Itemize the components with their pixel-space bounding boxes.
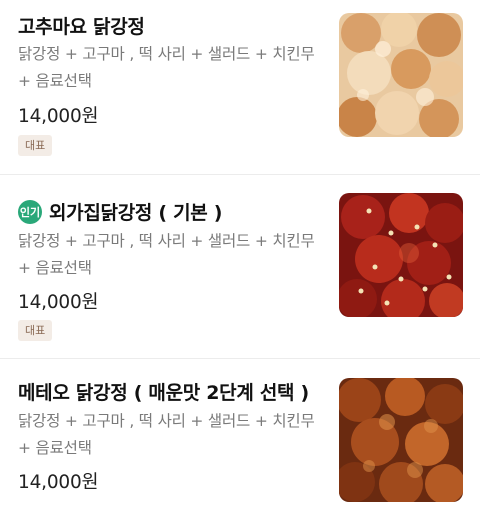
menu-item-name: 메테오 닭강정 ( 매운맛 2단계 선택 ) bbox=[18, 382, 309, 404]
menu-item-photo[interactable] bbox=[339, 193, 463, 317]
menu-item-description: 닭강정 + 고구마 , 떡 사리 + 샐러드 + 치킨무 + 음료선택 bbox=[18, 412, 315, 457]
menu-item-name: 고추마요 닭강정 bbox=[18, 16, 145, 38]
menu-item-name: 외가집닭강정 ( 기본 ) bbox=[49, 202, 223, 224]
signature-badge: 대표 bbox=[18, 135, 53, 156]
menu-item-title-row: 메테오 닭강정 ( 매운맛 2단계 선택 ) bbox=[18, 378, 309, 405]
signature-badge: 대표 bbox=[18, 320, 53, 341]
menu-item-price: 14,000원 bbox=[18, 106, 99, 127]
menu-item-price: 14,000원 bbox=[18, 472, 99, 493]
menu-item-gochu-mayo[interactable]: 고추마요 닭강정 닭강정 + 고구마 , 떡 사리 + 샐러드 + 치킨무 + … bbox=[0, 0, 480, 174]
menu-item-description: 닭강정 + 고구마 , 떡 사리 + 샐러드 + 치킨무 + 음료선택 bbox=[18, 45, 315, 90]
menu-item-photo[interactable] bbox=[339, 378, 463, 502]
menu-item-title-row: 고추마요 닭강정 bbox=[18, 12, 145, 39]
menu-item-price: 14,000원 bbox=[18, 292, 99, 313]
menu-item-description: 닭강정 + 고구마 , 떡 사리 + 샐러드 + 치킨무 + 음료선택 bbox=[18, 232, 315, 277]
menu-item-title-row: 인기 외가집닭강정 ( 기본 ) bbox=[18, 198, 222, 225]
menu-item-oegajip[interactable]: 인기 외가집닭강정 ( 기본 ) 닭강정 + 고구마 , 떡 사리 + 샐러드 … bbox=[0, 175, 480, 358]
menu-item-meteor[interactable]: 메테오 닭강정 ( 매운맛 2단계 선택 ) 닭강정 + 고구마 , 떡 사리 … bbox=[0, 359, 480, 532]
popular-badge: 인기 bbox=[18, 199, 42, 224]
menu-item-photo[interactable] bbox=[339, 13, 463, 137]
